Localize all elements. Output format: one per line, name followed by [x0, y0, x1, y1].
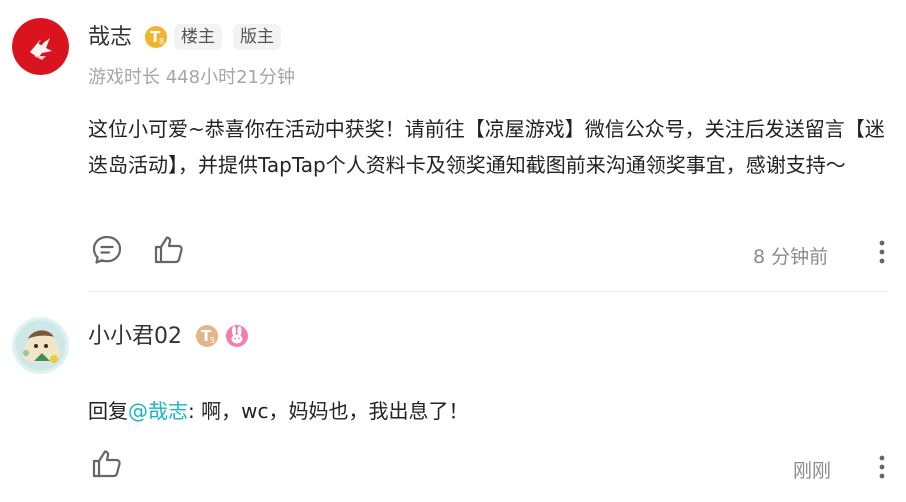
more-vertical-icon[interactable] [877, 239, 887, 265]
username[interactable]: 哉志 [88, 27, 132, 49]
comment-item: 哉志 T 8 楼主 版主 游戏时长 448小时21分钟 这位小可爱~恭喜你在活动… [0, 0, 906, 291]
more-vertical-icon[interactable] [877, 454, 887, 480]
level-badge: T 8 [145, 26, 167, 48]
moderator-tag: 版主 [233, 24, 281, 50]
reply-body: : 啊，wc，妈妈也，我出息了！ [188, 399, 469, 423]
avatar[interactable] [12, 18, 69, 75]
level-badge-number: 5 [210, 336, 216, 345]
reply-prefix: 回复 [88, 399, 128, 423]
bunny-badge-icon [226, 325, 248, 347]
timestamp: 8 分钟前 [753, 246, 829, 268]
avatar[interactable] [12, 317, 69, 374]
comment-text: 这位小可爱~恭喜你在活动中获奖！请前往【凉屋游戏】微信公众号，关注后发送留言【迷… [88, 117, 885, 177]
playtime: 游戏时长 448小时21分钟 [88, 67, 295, 88]
username[interactable]: 小小君02 [88, 326, 182, 348]
thumbs-up-icon[interactable] [152, 233, 186, 267]
comment-item: 小小君02 T 5 回复@哉志: 啊，wc，妈妈也，我出息了！ 刚刚 [0, 292, 906, 502]
level-badge-number: 8 [159, 37, 165, 46]
comment-icon[interactable] [90, 233, 124, 267]
red-bird-avatar [12, 18, 69, 75]
mention-link[interactable]: @哉志 [128, 399, 188, 423]
level-badge: T 5 [196, 325, 218, 347]
anime-avatar [12, 317, 69, 374]
reply-text: 回复@哉志: 啊，wc，妈妈也，我出息了！ [88, 393, 888, 429]
thumbs-up-icon[interactable] [90, 447, 124, 481]
op-tag: 楼主 [174, 24, 222, 50]
timestamp: 刚刚 [793, 460, 832, 482]
